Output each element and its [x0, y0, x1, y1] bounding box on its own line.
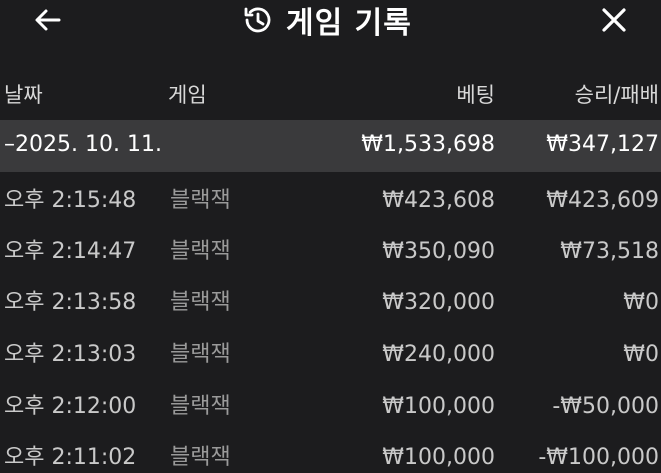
row-bet: ₩423,608: [382, 188, 495, 213]
row-bet: ₩350,090: [382, 239, 495, 264]
row-result: -₩100,000: [538, 445, 659, 470]
table-row[interactable]: 오후 2:13:03 블랙잭 ₩240,000 ₩0: [0, 330, 661, 382]
row-time: 오후 2:13:03: [4, 342, 137, 367]
arrow-left-icon: [35, 9, 61, 31]
table-row[interactable]: 오후 2:14:47 블랙잭 ₩350,090 ₩73,518: [0, 227, 661, 279]
row-bet: ₩100,000: [382, 445, 495, 470]
table-row[interactable]: 오후 2:13:58 블랙잭 ₩320,000 ₩0: [0, 278, 661, 330]
row-bet: ₩100,000: [382, 394, 495, 419]
row-result: -₩50,000: [552, 394, 659, 419]
row-game: 블랙잭: [170, 394, 231, 419]
group-date: –2025. 10. 11.: [4, 132, 162, 157]
table-row[interactable]: 오후 2:11:02 블랙잭 ₩100,000 -₩100,000: [0, 433, 661, 473]
row-result: ₩73,518: [560, 239, 659, 264]
row-game: 블랙잭: [170, 188, 231, 213]
column-header-result: 승리/패배: [574, 83, 659, 107]
date-group-row[interactable]: –2025. 10. 11. ₩1,533,698 ₩347,127: [0, 120, 661, 172]
row-bet: ₩240,000: [382, 342, 495, 367]
row-game: 블랙잭: [170, 342, 231, 367]
row-time: 오후 2:14:47: [4, 239, 137, 264]
row-bet: ₩320,000: [382, 290, 495, 315]
group-bet-total: ₩1,533,698: [361, 132, 495, 157]
row-game: 블랙잭: [170, 290, 231, 315]
header: 게임 기록: [0, 0, 661, 48]
close-icon: [602, 8, 626, 32]
column-header-bet: 베팅: [456, 83, 495, 107]
back-button[interactable]: [28, 2, 68, 38]
column-header-date: 날짜: [4, 83, 43, 107]
table-row[interactable]: 오후 2:12:00 블랙잭 ₩100,000 -₩50,000: [0, 382, 661, 434]
column-header-game: 게임: [168, 83, 207, 107]
game-history-screen: 게임 기록 날짜 게임 베팅 승리/패배 –2025. 10. 11. ₩1,5…: [0, 0, 661, 473]
history-icon: [244, 7, 271, 33]
row-game: 블랙잭: [170, 445, 231, 470]
close-button[interactable]: [592, 2, 636, 38]
row-result: ₩0: [623, 342, 659, 367]
group-result-total: ₩347,127: [546, 132, 659, 157]
row-time: 오후 2:11:02: [4, 445, 137, 470]
table-row[interactable]: 오후 2:15:48 블랙잭 ₩423,608 ₩423,609: [0, 176, 661, 228]
row-result: ₩423,609: [546, 188, 659, 213]
row-time: 오후 2:13:58: [4, 290, 137, 315]
row-time: 오후 2:12:00: [4, 394, 137, 419]
row-time: 오후 2:15:48: [4, 188, 137, 213]
row-result: ₩0: [623, 290, 659, 315]
row-game: 블랙잭: [170, 239, 231, 264]
title-group: 게임 기록: [240, 0, 412, 41]
page-title: 게임 기록: [286, 6, 412, 41]
